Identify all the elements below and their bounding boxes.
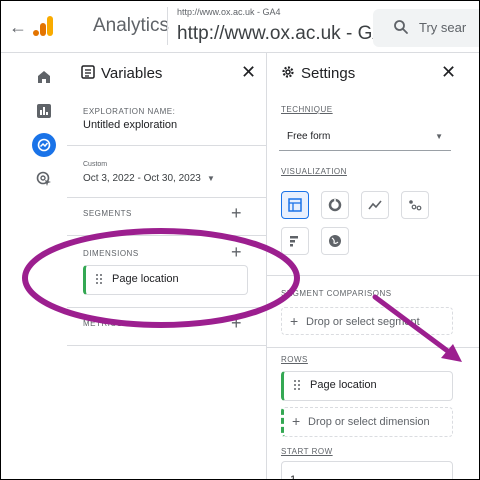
advertising-icon[interactable] (32, 167, 56, 191)
close-icon[interactable]: ✕ (441, 62, 456, 83)
divider (67, 145, 267, 146)
app-name: Analytics (93, 15, 170, 36)
search-input[interactable]: Try sear (373, 9, 479, 47)
segments-label: SEGMENTS (83, 209, 132, 218)
analytics-logo (33, 16, 53, 36)
technique-select[interactable]: Free form ▼ (279, 123, 451, 151)
chevron-down-icon[interactable]: ▼ (435, 132, 443, 141)
variables-title: Variables (101, 64, 163, 82)
segment-drop-label: Drop or select segment (306, 316, 420, 328)
gear-icon (282, 66, 294, 78)
drag-handle-icon[interactable] (294, 380, 302, 392)
exploration-name-value[interactable]: Untitled exploration (83, 119, 177, 131)
start-row-value: 1 (290, 474, 297, 480)
property-account-label[interactable]: http://www.ox.ac.uk - GA4 (177, 7, 281, 17)
add-metric-icon[interactable]: + (231, 314, 242, 332)
scatter-chart-icon[interactable] (401, 191, 429, 219)
technique-label: TECHNIQUE (281, 105, 333, 114)
divider (67, 197, 267, 198)
divider (267, 347, 479, 348)
divider (67, 345, 267, 346)
segment-drop-zone[interactable]: + Drop or select segment (281, 307, 453, 335)
reports-icon[interactable] (32, 99, 56, 123)
home-icon[interactable] (32, 65, 56, 89)
exploration-name-label: EXPLORATION NAME: (83, 107, 176, 116)
close-icon[interactable]: ✕ (241, 62, 256, 83)
dimension-chip-page-location[interactable]: Page location (83, 265, 248, 295)
divider (67, 235, 267, 236)
donut-chart-icon[interactable] (321, 191, 349, 219)
settings-header: Settings ✕ (267, 53, 479, 93)
divider (167, 7, 168, 45)
rows-drop-zone[interactable]: + Drop or select dimension (281, 407, 453, 437)
back-arrow-icon[interactable]: ← (9, 17, 27, 38)
search-placeholder: Try sear (419, 20, 467, 35)
segment-comparisons-label: SEGMENT COMPARISONS (281, 289, 392, 298)
line-chart-icon[interactable] (361, 191, 389, 219)
table-icon[interactable] (281, 191, 309, 219)
add-segment-icon[interactable]: + (231, 204, 242, 222)
property-selector[interactable]: http://www.ox.ac.uk - GA4 (177, 23, 396, 45)
drag-handle-icon[interactable] (96, 274, 104, 286)
settings-panel: Settings ✕ TECHNIQUE Free form ▼ VISUALI… (267, 53, 479, 480)
rows-item-label: Page location (310, 379, 377, 391)
plus-icon: + (292, 413, 301, 429)
analytics-screen: ← Analytics http://www.ox.ac.uk - GA4 ht… (0, 0, 480, 480)
date-preset-label: Custom (83, 161, 108, 168)
chevron-down-icon[interactable]: ▼ (207, 174, 215, 183)
explore-icon[interactable] (32, 133, 56, 157)
add-dimension-icon[interactable]: + (231, 243, 242, 261)
left-nav-rail (1, 53, 67, 479)
divider (67, 307, 267, 308)
top-bar: ← Analytics http://www.ox.ac.uk - GA4 ht… (1, 1, 479, 53)
start-row-label: START ROW (281, 447, 333, 456)
rows-chip-page-location[interactable]: Page location (281, 371, 453, 401)
date-range-value[interactable]: Oct 3, 2022 - Oct 30, 2023 (83, 173, 201, 184)
variables-icon (81, 65, 95, 79)
variables-header: Variables ✕ (67, 53, 266, 93)
search-icon (394, 20, 408, 34)
geo-map-icon[interactable] (321, 227, 349, 255)
divider (267, 275, 479, 276)
variables-panel: Variables ✕ EXPLORATION NAME: Untitled e… (67, 53, 267, 479)
visualization-label: VISUALIZATION (281, 167, 347, 176)
metrics-label: METRICS (83, 319, 123, 328)
dimension-label: Page location (112, 273, 179, 285)
technique-value: Free form (287, 131, 331, 142)
start-row-input[interactable]: 1 (281, 461, 453, 480)
rows-label: ROWS (281, 355, 308, 364)
rows-drop-label: Drop or select dimension (308, 416, 430, 428)
bar-chart-icon[interactable] (281, 227, 309, 255)
plus-icon: + (290, 313, 299, 329)
dimensions-label: DIMENSIONS (83, 249, 139, 258)
settings-title: Settings (301, 64, 356, 82)
